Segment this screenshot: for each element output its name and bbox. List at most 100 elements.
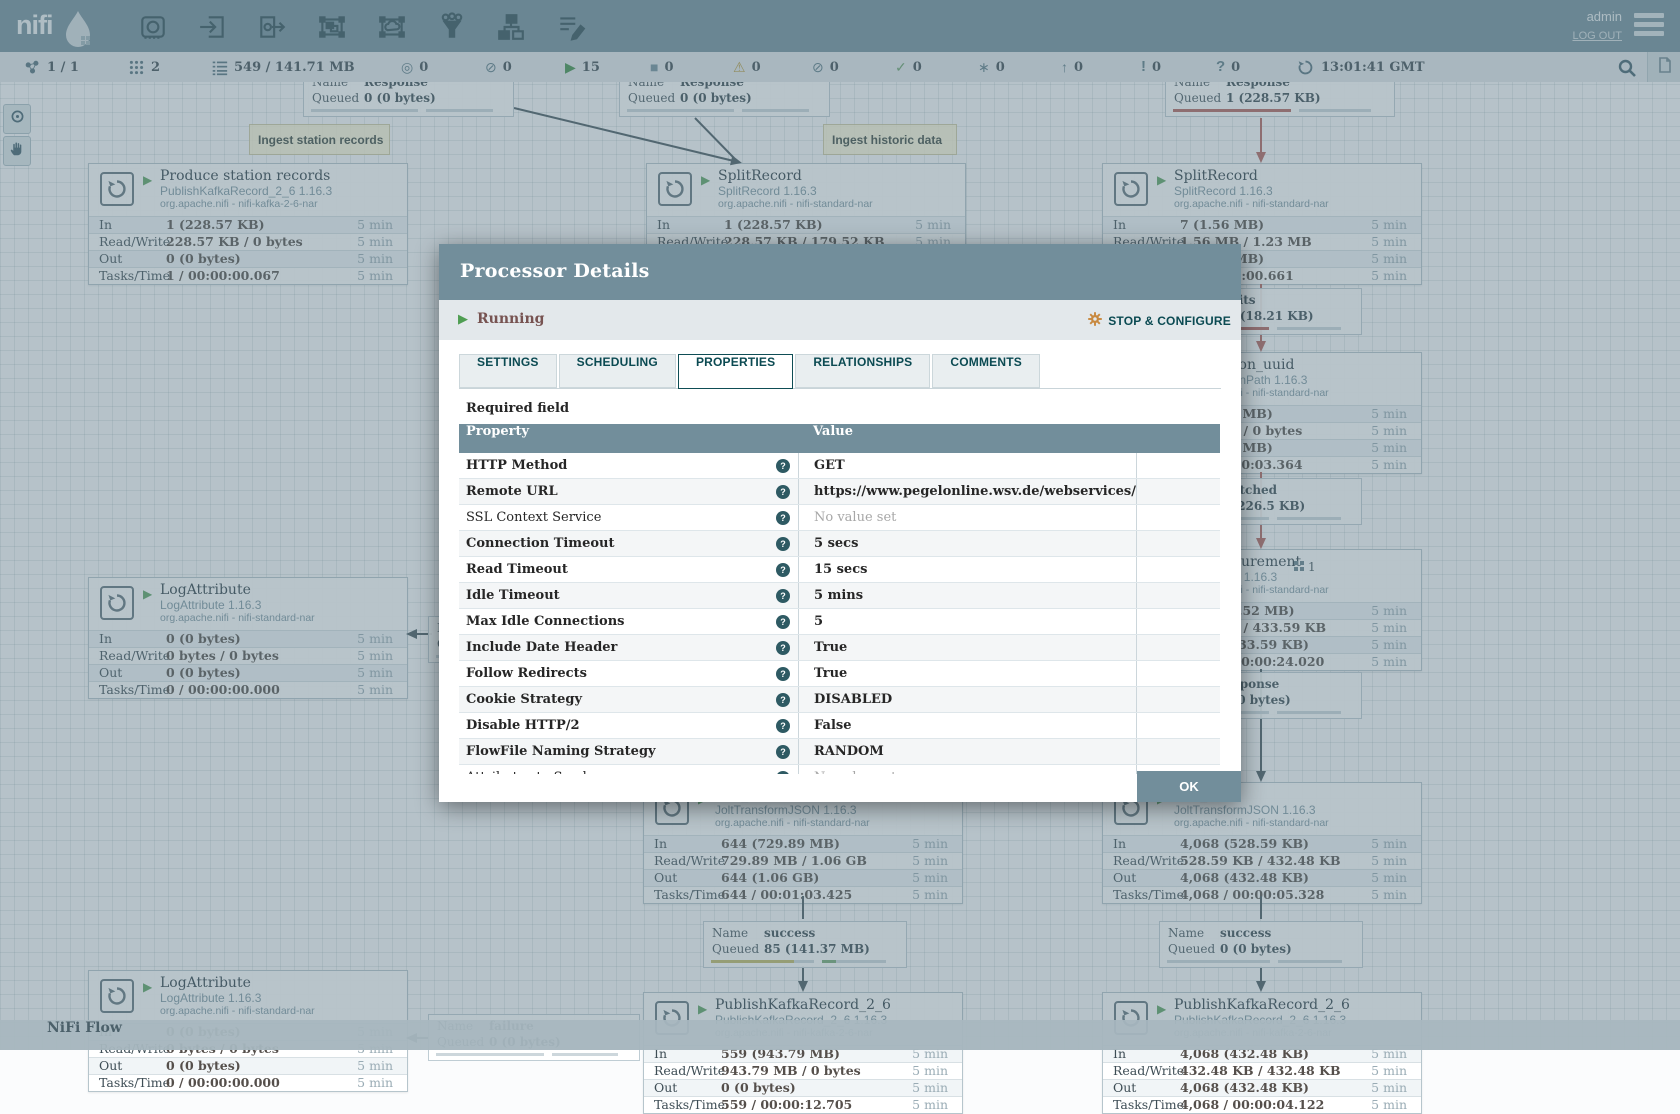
stat-label: Tasks/Time: [99, 1075, 170, 1091]
stat-value: 0 (0 bytes): [166, 1058, 241, 1074]
tab-scheduling[interactable]: SCHEDULING: [559, 354, 676, 388]
property-name-text: Max Idle Connections: [466, 614, 625, 629]
ok-button[interactable]: OK: [1137, 771, 1241, 802]
help-icon[interactable]: ?: [776, 693, 790, 707]
filler-cell: [1136, 531, 1220, 556]
property-value: DISABLED: [798, 687, 1136, 712]
property-name-text: Connection Timeout: [466, 536, 614, 551]
property-name: Follow Redirects?: [459, 661, 798, 686]
property-name-text: Remote URL: [466, 484, 558, 499]
property-row: Read Timeout?15 secs: [459, 557, 1220, 583]
property-name: Remote URL?: [459, 479, 798, 504]
tab-relationships[interactable]: RELATIONSHIPS: [795, 354, 930, 388]
help-icon[interactable]: ?: [776, 459, 790, 473]
stat-window: 5 min: [1371, 1063, 1407, 1079]
help-icon[interactable]: ?: [776, 641, 790, 655]
tab-properties[interactable]: PROPERTIES: [678, 354, 793, 389]
help-icon[interactable]: ?: [776, 537, 790, 551]
help-icon[interactable]: ?: [776, 745, 790, 759]
property-name: Cookie Strategy?: [459, 687, 798, 712]
property-name: HTTP Method?: [459, 453, 798, 478]
property-name-text: Cookie Strategy: [466, 692, 582, 707]
property-value: 5: [798, 609, 1136, 634]
stat-window: 5 min: [1371, 1097, 1407, 1113]
stat-label: Out: [99, 1058, 122, 1074]
stat-label: Tasks/Time: [1113, 1097, 1184, 1113]
help-icon[interactable]: ?: [776, 667, 790, 681]
property-row: Idle Timeout?5 mins: [459, 583, 1220, 609]
dialog-header: Processor Details: [439, 244, 1241, 300]
property-row: Cookie Strategy?DISABLED: [459, 687, 1220, 713]
filler-cell: [1136, 739, 1220, 764]
properties-table-body: HTTP Method?GETRemote URL?https://www.pe…: [459, 453, 1220, 774]
help-icon[interactable]: ?: [776, 563, 790, 577]
stat-row: Tasks/Time4,068 / 00:00:04.122 5 min: [1103, 1096, 1421, 1113]
filler-cell: [1136, 453, 1220, 478]
queue-percent-bars: [436, 1053, 632, 1056]
stat-row: Read/Write943.79 MB / 0 bytes5 min: [644, 1062, 962, 1079]
stat-value: 4,068 (432.48 KB): [1180, 1080, 1309, 1096]
stat-window: 5 min: [912, 1063, 948, 1079]
property-name: Attributes to Send?: [459, 765, 798, 774]
stat-value: 559 / 00:00:12.705: [721, 1097, 852, 1113]
queue-count-bar: [436, 1053, 544, 1056]
property-value: No value set: [798, 765, 1136, 774]
processor-stats: In559 (943.79 MB)5 minRead/Write943.79 M…: [644, 1045, 962, 1113]
dialog-tabs: SETTINGSSCHEDULINGPROPERTIESRELATIONSHIP…: [459, 353, 1221, 389]
property-name: Max Idle Connections?: [459, 609, 798, 634]
state-label: Running: [477, 311, 544, 327]
property-name: SSL Context Service?: [459, 505, 798, 530]
stat-label: Tasks/Time: [654, 1097, 725, 1113]
filler-cell: [1136, 687, 1220, 712]
stop-and-configure-button[interactable]: STOP & CONFIGURE: [1087, 311, 1231, 330]
value-column-header: Value: [798, 424, 1136, 453]
filler-cell: [1136, 583, 1220, 608]
property-name-text: Attributes to Send: [466, 770, 587, 774]
processor-stats: In4,068 (432.48 KB)5 minRead/Write432.48…: [1103, 1045, 1421, 1113]
required-field-legend: Required field: [466, 401, 1221, 416]
tab-comments[interactable]: COMMENTS: [932, 354, 1040, 388]
property-row: Follow Redirects?True: [459, 661, 1220, 687]
stat-row: Read/Write432.48 KB / 432.48 KB5 min: [1103, 1062, 1421, 1079]
property-row: Attributes to Send?No value set: [459, 765, 1220, 774]
help-icon[interactable]: ?: [776, 589, 790, 603]
filler-cell: [1136, 557, 1220, 582]
property-name: Read Timeout?: [459, 557, 798, 582]
dialog-title: Processor Details: [439, 244, 1241, 282]
property-value: No value set: [798, 505, 1136, 530]
property-name-text: FlowFile Naming Strategy: [466, 744, 656, 759]
stat-row: Out4,068 (432.48 KB)5 min: [1103, 1079, 1421, 1096]
stat-row: Out0 (0 bytes)5 min: [89, 1057, 407, 1074]
property-name-text: Read Timeout: [466, 562, 568, 577]
help-icon[interactable]: ?: [776, 485, 790, 499]
running-play-icon: ▶: [458, 312, 468, 327]
property-name-text: Disable HTTP/2: [466, 718, 580, 733]
filler-cell: [1136, 635, 1220, 660]
stat-label: Read/Write: [654, 1063, 725, 1079]
nifi-app: Ingest station recordsIngest historic da…: [0, 0, 1680, 1050]
stat-window: 5 min: [912, 1080, 948, 1096]
property-value: 5 secs: [798, 531, 1136, 556]
property-name: Include Date Header?: [459, 635, 798, 660]
filler-cell: [1136, 713, 1220, 738]
stat-value: 4,068 / 00:00:04.122: [1180, 1097, 1324, 1113]
stat-row: Tasks/Time559 / 00:00:12.705 5 min: [644, 1096, 962, 1113]
filler-cell: [1136, 661, 1220, 686]
tab-settings[interactable]: SETTINGS: [459, 354, 557, 388]
help-icon[interactable]: ?: [776, 511, 790, 525]
property-row: FlowFile Naming Strategy?RANDOM: [459, 739, 1220, 765]
property-value: 15 secs: [798, 557, 1136, 582]
filler-cell: [1136, 505, 1220, 530]
property-row: Connection Timeout? 5 secs: [459, 531, 1220, 557]
property-name: FlowFile Naming Strategy?: [459, 739, 798, 764]
property-name-text: HTTP Method: [466, 458, 567, 473]
help-icon[interactable]: ?: [776, 771, 790, 774]
property-name: Idle Timeout?: [459, 583, 798, 608]
stat-window: 5 min: [912, 1097, 948, 1113]
gear-icon: [1087, 311, 1103, 330]
help-icon[interactable]: ?: [776, 719, 790, 733]
help-icon[interactable]: ?: [776, 615, 790, 629]
property-row: SSL Context Service?No value set: [459, 505, 1220, 531]
stat-row: Tasks/Time0 / 00:00:00.0005 min: [89, 1074, 407, 1091]
property-value: RANDOM: [798, 739, 1136, 764]
